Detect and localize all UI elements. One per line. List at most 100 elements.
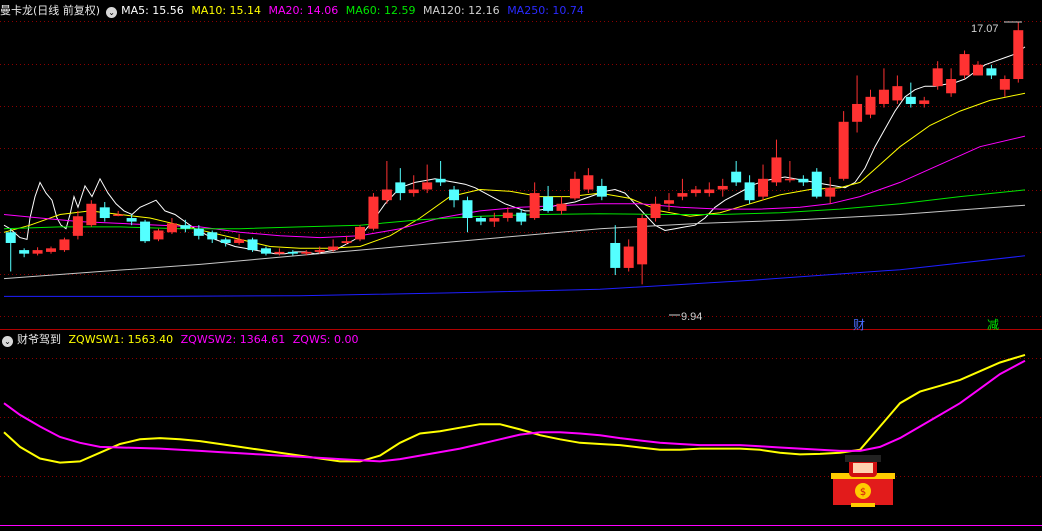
candle-body bbox=[569, 178, 580, 199]
zqwsw2-line bbox=[3, 359, 1026, 463]
ma20-value: MA20: 14.06 bbox=[268, 4, 339, 17]
candle-body bbox=[986, 68, 997, 76]
ma20-line bbox=[3, 135, 1026, 239]
candle-body bbox=[247, 239, 258, 251]
ma10-value: MA10: 15.14 bbox=[191, 4, 262, 17]
candle-body bbox=[462, 200, 473, 219]
candle-body bbox=[516, 212, 527, 222]
indicator-lines bbox=[3, 353, 1026, 464]
candle-body bbox=[193, 228, 204, 236]
candle-body bbox=[301, 251, 312, 254]
candle-body bbox=[637, 218, 648, 265]
stock-chart-canvas[interactable]: 17.07 9.94 财 减 $ bbox=[0, 0, 1042, 531]
candle-body bbox=[999, 79, 1010, 90]
candle-body bbox=[395, 182, 406, 194]
candle-body bbox=[220, 239, 231, 243]
indicator-settings-icon[interactable]: ⌄ bbox=[2, 336, 13, 347]
candle-body bbox=[287, 251, 298, 254]
candle-body bbox=[274, 251, 285, 254]
candle-body bbox=[811, 171, 822, 197]
main-chart-header: 曼卡龙(日线 前复权) ⌄ MA5: 15.56 MA10: 15.14 MA20:… bbox=[0, 2, 588, 20]
candle-body bbox=[919, 100, 930, 104]
candle-body bbox=[207, 232, 218, 240]
candle-body bbox=[153, 230, 164, 240]
candle-body bbox=[690, 189, 701, 194]
candle-body bbox=[381, 189, 392, 201]
candle-body bbox=[784, 178, 795, 181]
ma60-line bbox=[3, 189, 1026, 230]
candle-body bbox=[623, 246, 634, 268]
candle-body bbox=[368, 196, 379, 229]
candle-body bbox=[126, 218, 137, 222]
ma120-line bbox=[3, 204, 1026, 280]
candle-body bbox=[489, 218, 500, 222]
candle-body bbox=[99, 207, 110, 219]
candle-body bbox=[502, 212, 513, 219]
candle-body bbox=[583, 175, 594, 190]
candle-body bbox=[32, 250, 43, 254]
candle-body bbox=[341, 241, 352, 243]
candle-body bbox=[46, 248, 57, 252]
zqwsw2-value: ZQWSW2: 1364.61 bbox=[180, 333, 286, 346]
indicator-header: ⌄ 财爷驾到 ZQWSW1: 1563.40 ZQWSW2: 1364.61 ZQ… bbox=[0, 331, 363, 349]
candle-body bbox=[5, 232, 16, 243]
candle-body bbox=[59, 239, 70, 251]
candle-body bbox=[677, 193, 688, 197]
candle-body bbox=[852, 103, 863, 122]
candle-body bbox=[610, 242, 621, 268]
high-price-label: 17.07 bbox=[971, 23, 999, 35]
candle-body bbox=[825, 187, 836, 197]
candle-body bbox=[314, 250, 325, 252]
svg-text:$: $ bbox=[860, 487, 866, 498]
candle-body bbox=[86, 203, 97, 226]
candle-body bbox=[328, 246, 339, 251]
candle-body bbox=[529, 193, 540, 219]
candle-body bbox=[650, 203, 661, 219]
ma5-line bbox=[3, 46, 1026, 255]
zqws-value: ZQWS: 0.00 bbox=[292, 333, 359, 346]
ma120-value: MA120: 12.16 bbox=[422, 4, 500, 17]
ma60-value: MA60: 12.59 bbox=[345, 4, 416, 17]
candle-body bbox=[408, 189, 419, 194]
settings-icon[interactable]: ⌄ bbox=[106, 7, 118, 18]
candle-body bbox=[234, 239, 245, 243]
candle-body bbox=[166, 223, 177, 233]
candle-body bbox=[865, 96, 876, 115]
stock-title: 曼卡龙(日线 前复权) bbox=[0, 4, 101, 17]
candle-body bbox=[838, 121, 849, 179]
indicator-title: 财爷驾到 bbox=[17, 333, 61, 346]
candle-body bbox=[744, 182, 755, 201]
candle-body bbox=[771, 157, 782, 183]
candle-body bbox=[72, 216, 83, 236]
candle-body bbox=[959, 54, 970, 76]
candle-body bbox=[449, 189, 460, 201]
candle-body bbox=[113, 214, 124, 216]
low-price-label: 9.94 bbox=[681, 311, 702, 323]
signal-jian-marker[interactable]: 减 bbox=[987, 318, 999, 332]
candle-body bbox=[260, 248, 271, 254]
candle-body bbox=[19, 250, 30, 254]
candle-body bbox=[543, 196, 554, 211]
candle-body bbox=[556, 203, 567, 211]
candle-body bbox=[422, 182, 433, 190]
candle-body bbox=[180, 225, 191, 229]
candle-body bbox=[717, 185, 728, 190]
candle-body bbox=[596, 185, 607, 197]
zqwsw1-line bbox=[3, 353, 1026, 464]
candle-body bbox=[905, 96, 916, 104]
candle-body bbox=[704, 189, 715, 194]
candlestick-series[interactable] bbox=[5, 22, 1024, 285]
candle-body bbox=[878, 89, 889, 104]
candle-body bbox=[663, 200, 674, 204]
god-of-wealth-icon: $ bbox=[831, 455, 895, 507]
candle-body bbox=[1013, 30, 1024, 80]
candle-body bbox=[731, 171, 742, 183]
candle-body bbox=[758, 178, 769, 197]
ma250-line bbox=[4, 255, 1026, 297]
candle-body bbox=[892, 86, 903, 101]
zqwsw1-value: ZQWSW1: 1563.40 bbox=[68, 333, 174, 346]
candle-body bbox=[932, 68, 943, 87]
candle-body bbox=[475, 218, 486, 222]
signal-cai-marker[interactable]: 财 bbox=[853, 318, 865, 332]
candle-body bbox=[798, 178, 809, 183]
